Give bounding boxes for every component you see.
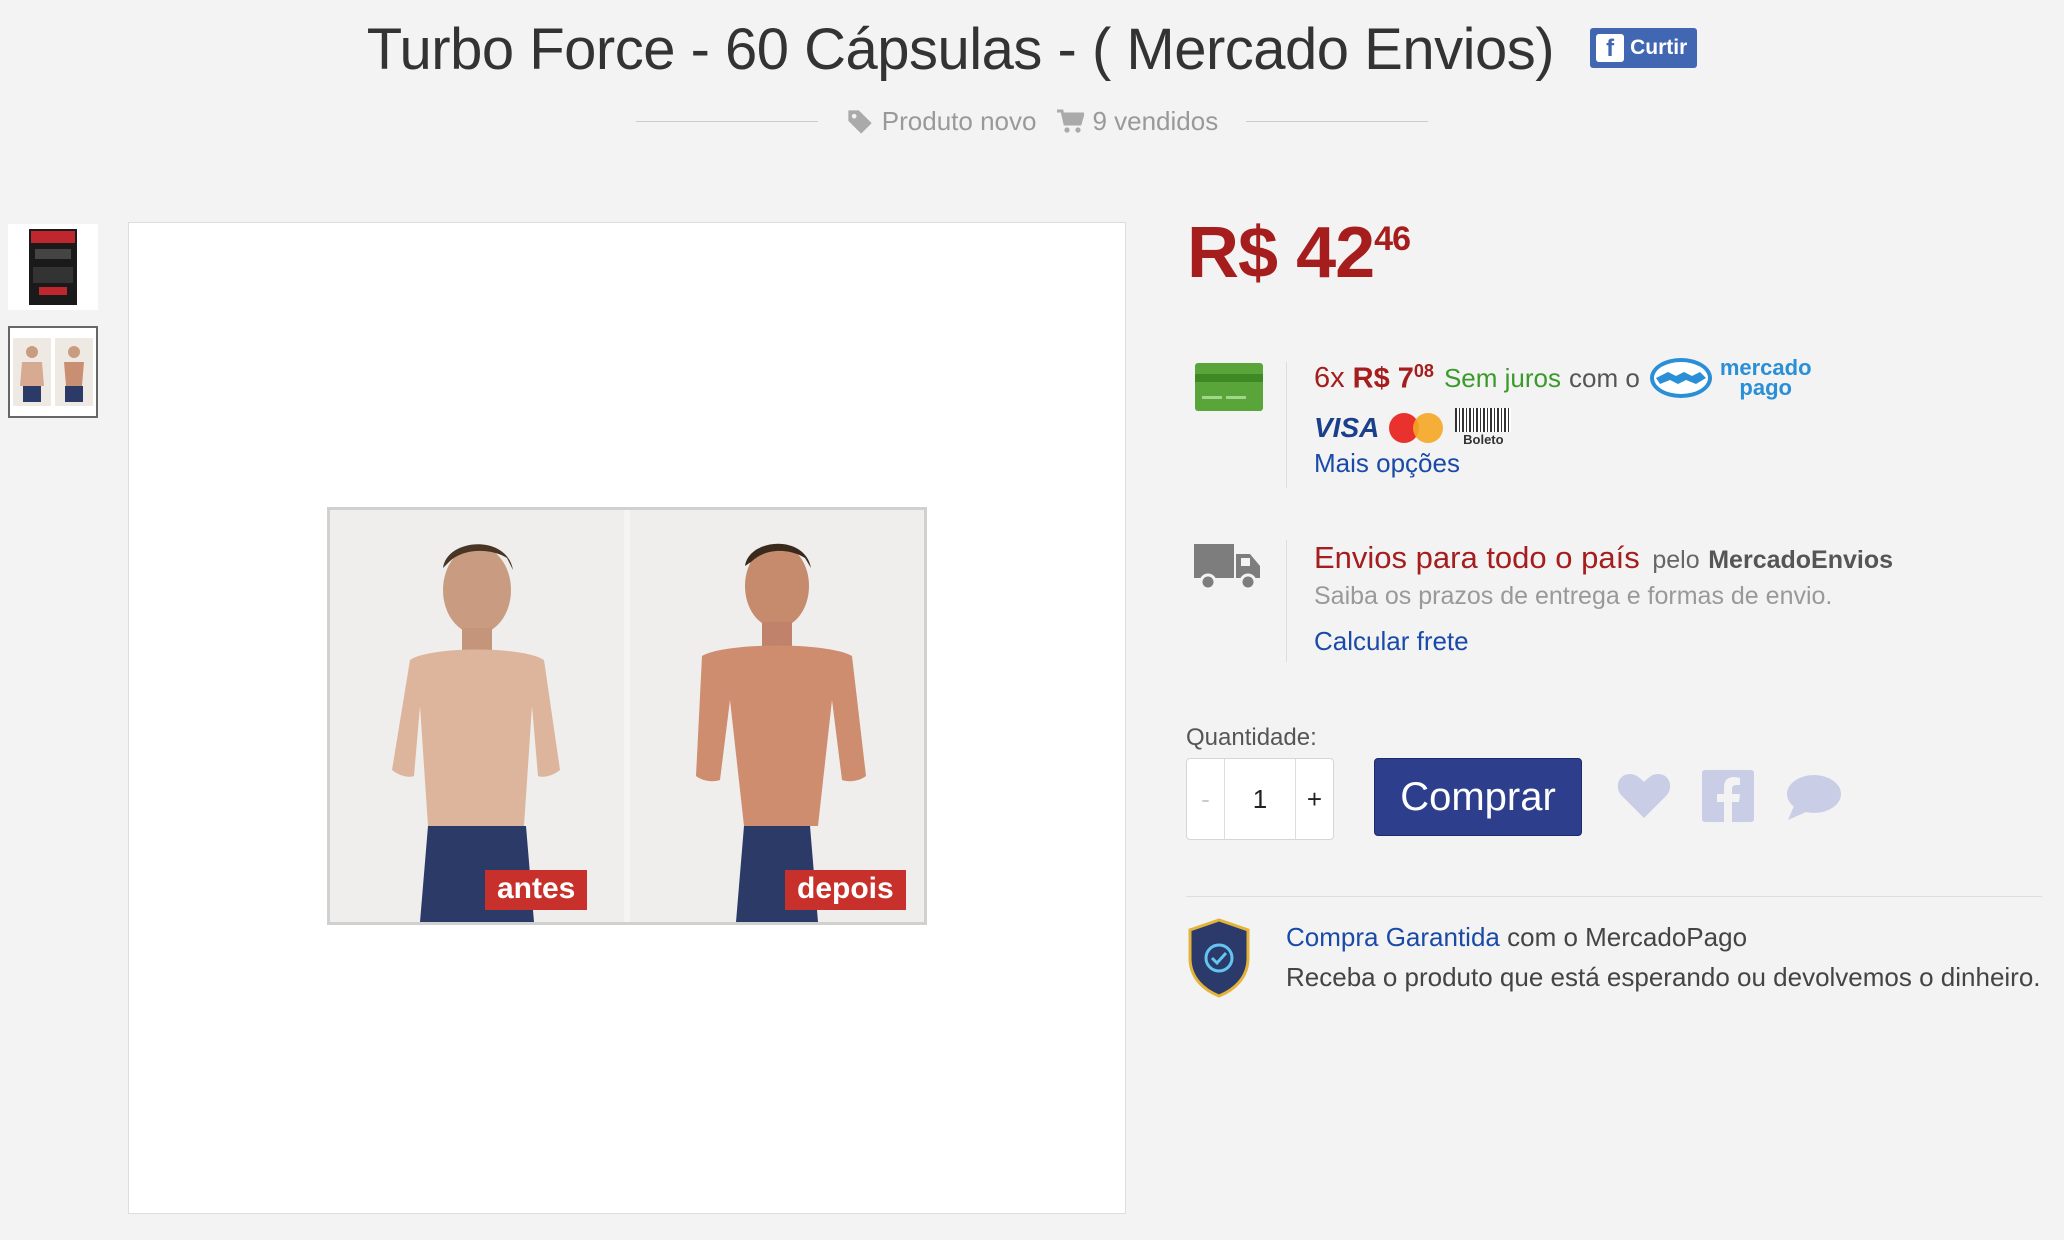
installment-value: R$ 708 [1353, 361, 1434, 396]
purchase-guarantee-link[interactable]: Compra Garantida [1286, 922, 1500, 952]
man-before-image [392, 544, 560, 922]
guarantee-with: com o MercadoPago [1507, 922, 1748, 952]
product-meta: Produto novo 9 vendidos [0, 106, 2064, 137]
visa-logo: VISA [1314, 411, 1380, 443]
quantity-label: Quantidade: [1186, 724, 1317, 751]
product-price: R$ 4246 [1187, 212, 1411, 294]
quantity-decrease-button[interactable]: - [1187, 759, 1225, 839]
before-after-image [13, 338, 93, 406]
mp-line2: pago [1739, 375, 1792, 400]
page-title: Turbo Force - 60 Cápsulas - ( Mercado En… [366, 17, 1555, 82]
thumbnail-product[interactable] [8, 224, 98, 310]
installment-cents: 08 [1413, 360, 1434, 381]
more-options-link[interactable]: Mais opções [1314, 448, 1460, 479]
buy-button[interactable]: Comprar [1374, 758, 1582, 836]
facebook-like-button[interactable]: f Curtir [1590, 27, 1698, 68]
product-bottle-image [29, 229, 77, 305]
credit-card-icon [1195, 363, 1263, 411]
after-panel: depois [630, 510, 924, 922]
price-integer: 42 [1296, 213, 1375, 293]
thumbnail-before-after[interactable] [8, 326, 98, 418]
price-cents: 46 [1374, 220, 1411, 258]
no-interest-label: Sem juros [1443, 362, 1561, 393]
quantity-stepper: - 1 + [1186, 758, 1334, 840]
shipping-subtitle: Saiba os prazos de entrega e formas de e… [1314, 582, 1833, 610]
boleto-label: Boleto [1463, 432, 1504, 447]
installment-count: 6x [1314, 361, 1345, 394]
facebook-icon: f [1596, 33, 1625, 62]
main-product-image[interactable]: antes depois [128, 222, 1126, 1214]
facebook-share-icon[interactable] [1702, 770, 1754, 822]
calculate-shipping-link[interactable]: Calcular frete [1314, 626, 1469, 657]
divider [635, 121, 818, 122]
price-currency: R$ [1187, 213, 1278, 293]
installment-integer: 7 [1397, 362, 1414, 395]
truck-icon [1194, 544, 1260, 591]
before-panel: antes [330, 510, 624, 922]
guarantee-title: Compra Garantida com o MercadoPago [1286, 922, 1747, 953]
with-label: com o [1569, 362, 1640, 393]
installment-currency: R$ [1352, 362, 1390, 395]
product-page: Turbo Force - 60 Cápsulas - ( Mercado En… [0, 0, 2064, 1240]
like-label: Curtir [1630, 35, 1688, 59]
title-row: Turbo Force - 60 Cápsulas - ( Mercado En… [0, 16, 2064, 83]
chat-bubble-icon[interactable] [1784, 772, 1842, 822]
shipping-service: MercadoEnvios [1708, 546, 1894, 574]
mastercard-logo [1387, 411, 1447, 445]
payment-methods: VISA Boleto [1314, 408, 1512, 447]
shipping-title: Envios para todo o país pelo MercadoEnvi… [1314, 540, 1893, 576]
boleto-logo: Boleto [1455, 408, 1512, 447]
guarantee-text: Receba o produto que está esperando ou d… [1286, 962, 2041, 992]
sold-text: 9 vendidos [1092, 106, 1219, 136]
shipping-pelo: pelo [1652, 546, 1700, 574]
man-after-image [696, 543, 866, 922]
mercadopago-text: mercado pago [1720, 357, 1812, 400]
quantity-increase-button[interactable]: + [1295, 759, 1333, 839]
tag-icon [848, 109, 872, 134]
condition-info: Produto novo [846, 106, 1037, 137]
divider [1286, 362, 1287, 488]
divider [1186, 896, 2042, 897]
divider [1286, 540, 1287, 662]
handshake-icon [1649, 358, 1712, 398]
installment-info: 6x R$ 708 Sem juros com o mercado pago [1314, 356, 1812, 400]
shield-icon [1188, 918, 1250, 998]
cart-icon [1057, 109, 1085, 133]
before-caption: antes [485, 870, 588, 910]
sold-info: 9 vendidos [1056, 106, 1218, 137]
heart-icon[interactable] [1616, 770, 1672, 822]
after-caption: depois [785, 870, 906, 910]
barcode-icon [1455, 408, 1512, 432]
mercadopago-logo: mercado pago [1648, 356, 1812, 400]
divider [1246, 121, 1429, 122]
before-after-photo: antes depois [327, 507, 927, 925]
quantity-input[interactable]: 1 [1225, 759, 1295, 839]
shipping-title-text: Envios para todo o país [1314, 540, 1640, 575]
condition-text: Produto novo [881, 106, 1037, 136]
